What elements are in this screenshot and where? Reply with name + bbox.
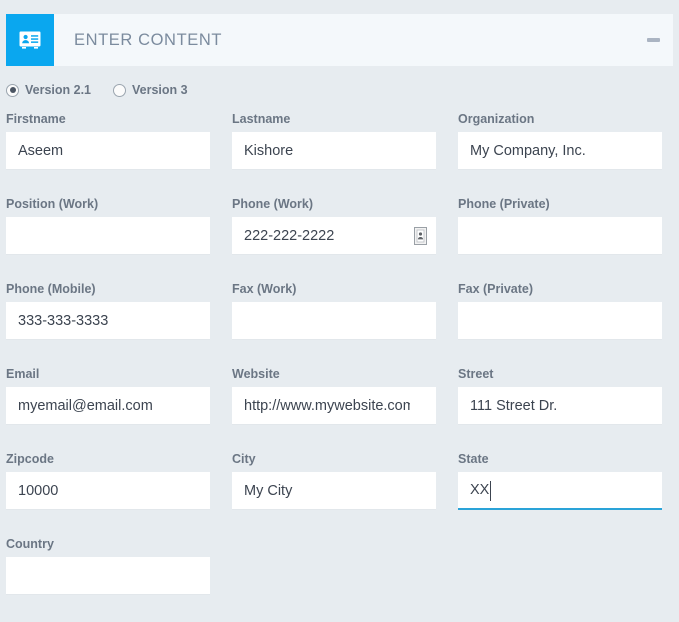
field-label: Lastname [232, 112, 436, 126]
form-row: Position (Work) Phone (Work) [0, 197, 679, 282]
minimize-icon [647, 38, 660, 42]
field-label: Organization [458, 112, 662, 126]
state-input[interactable] [458, 472, 662, 510]
phone-private-input[interactable] [458, 217, 662, 255]
field-email: Email [0, 367, 226, 452]
radio-icon-unselected[interactable] [113, 84, 126, 97]
input-wrap [458, 132, 662, 170]
field-label: Email [6, 367, 210, 381]
field-country: Country [0, 537, 226, 622]
field-label: Position (Work) [6, 197, 210, 211]
phone-mobile-input[interactable] [6, 302, 210, 340]
input-wrap [232, 472, 436, 510]
input-wrap [232, 217, 436, 255]
radio-icon-selected[interactable] [6, 84, 19, 97]
version-radio-group: Version 2.1 Version 3 [6, 80, 210, 100]
input-wrap [6, 302, 210, 340]
position-work-input[interactable] [6, 217, 210, 255]
contact-form: Firstname Lastname Organization [0, 112, 679, 622]
field-phone-private: Phone (Private) [452, 197, 678, 282]
city-input[interactable] [232, 472, 436, 510]
field-zipcode: Zipcode [0, 452, 226, 537]
field-label: Street [458, 367, 662, 381]
fax-work-input[interactable] [232, 302, 436, 340]
organization-input[interactable] [458, 132, 662, 170]
field-website: Website [226, 367, 452, 452]
panel-header: ENTER CONTENT [6, 14, 673, 66]
input-wrap [458, 472, 662, 510]
input-wrap [6, 472, 210, 510]
lastname-input[interactable] [232, 132, 436, 170]
radio-label-version-3: Version 3 [132, 83, 188, 97]
field-firstname: Firstname [0, 112, 226, 197]
form-row: Zipcode City State [0, 452, 679, 537]
field-label: Phone (Mobile) [6, 282, 210, 296]
email-input[interactable] [6, 387, 210, 425]
contact-card-icon [6, 14, 54, 66]
field-label: Zipcode [6, 452, 210, 466]
page-root: ENTER CONTENT Version 2.1 Version 3 Firs… [0, 0, 679, 619]
field-label: Phone (Work) [232, 197, 436, 211]
form-row: Country [0, 537, 679, 622]
field-label: City [232, 452, 436, 466]
input-wrap [232, 302, 436, 340]
field-label: Fax (Work) [232, 282, 436, 296]
field-fax-private: Fax (Private) [452, 282, 678, 367]
field-fax-work: Fax (Work) [226, 282, 452, 367]
field-street: Street [452, 367, 678, 452]
input-wrap [232, 387, 436, 425]
form-row: Firstname Lastname Organization [0, 112, 679, 197]
input-wrap [458, 217, 662, 255]
input-wrap [458, 387, 662, 425]
field-phone-work: Phone (Work) [226, 197, 452, 282]
field-label: Fax (Private) [458, 282, 662, 296]
zipcode-input[interactable] [6, 472, 210, 510]
input-wrap [6, 557, 210, 595]
text-cursor [490, 481, 491, 501]
phone-work-input[interactable] [232, 217, 436, 255]
fax-private-input[interactable] [458, 302, 662, 340]
radio-option-version-3[interactable]: Version 3 [113, 83, 188, 97]
input-wrap [6, 217, 210, 255]
field-label: Phone (Private) [458, 197, 662, 211]
field-state: State [452, 452, 678, 537]
field-label: Website [232, 367, 436, 381]
field-phone-mobile: Phone (Mobile) [0, 282, 226, 367]
field-label: Country [6, 537, 210, 551]
form-row: Phone (Mobile) Fax (Work) Fax (Private) [0, 282, 679, 367]
firstname-input[interactable] [6, 132, 210, 170]
input-wrap [232, 132, 436, 170]
field-city: City [226, 452, 452, 537]
field-organization: Organization [452, 112, 678, 197]
input-wrap [6, 387, 210, 425]
country-input[interactable] [6, 557, 210, 595]
input-wrap [458, 302, 662, 340]
input-wrap [6, 132, 210, 170]
street-input[interactable] [458, 387, 662, 425]
field-label: State [458, 452, 662, 466]
radio-option-version-2-1[interactable]: Version 2.1 [6, 83, 91, 97]
website-input[interactable] [232, 387, 436, 425]
page-title: ENTER CONTENT [74, 31, 633, 50]
radio-label-version-2-1: Version 2.1 [25, 83, 91, 97]
field-label: Firstname [6, 112, 210, 126]
field-position-work: Position (Work) [0, 197, 226, 282]
form-row: Email Website Street [0, 367, 679, 452]
minimize-button[interactable] [633, 14, 673, 66]
field-lastname: Lastname [226, 112, 452, 197]
